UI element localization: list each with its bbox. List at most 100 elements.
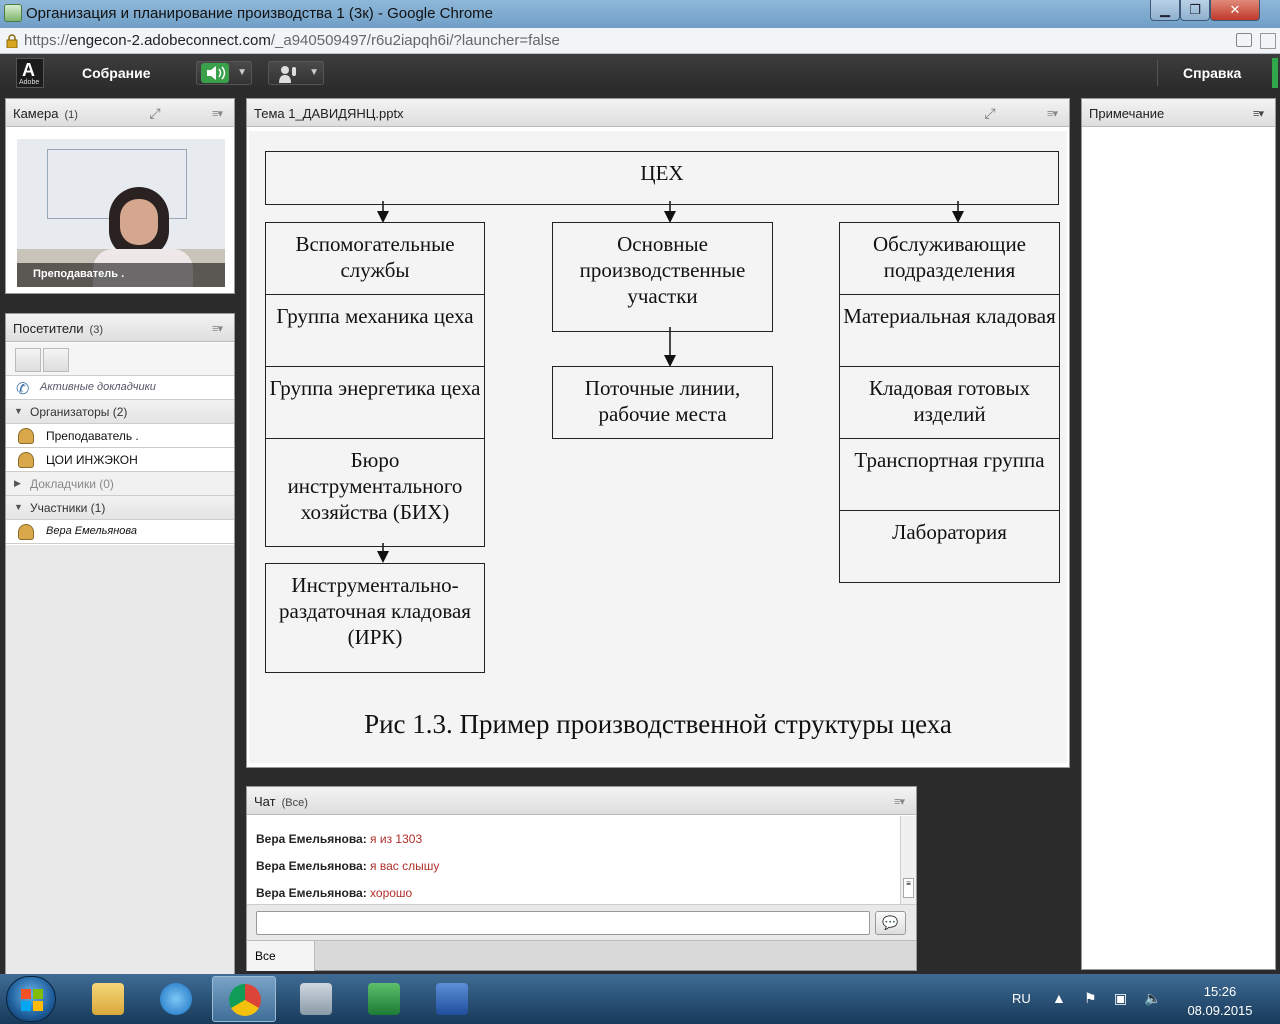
org-box: Материальная кладовая [839,294,1060,367]
host-user-icon [18,428,34,444]
attendee-view-toolbar [6,343,234,376]
chat-compose-row: 💬 [247,904,916,940]
hosts-section[interactable]: ▼ Организаторы (2) [6,400,234,424]
action-center-flag-icon[interactable]: ⚑ [1084,990,1097,1007]
word-icon [436,983,468,1015]
windows-logo-icon [21,989,43,1011]
share-pod-header: Тема 1_ДАВИДЯНЦ.pptx ⤢ ≡▾ [247,99,1069,127]
url-text[interactable]: https://engecon-2.adobeconnect.com/_a940… [24,32,560,49]
notes-pod-header: Примечание ≡▾ [1082,99,1275,127]
presenters-section[interactable]: ▶ Докладчики (0) [6,472,234,496]
adobe-logo: A Adobe [16,58,44,88]
chrome-icon [229,984,261,1016]
windows-taskbar: RU ▲ ⚑ ▣ 🔈 15:26 08.09.2015 [0,974,1280,1024]
participant-user-icon [18,524,34,540]
presentation-slide: ЦЕХ Вспомогательные службы Группа механи… [249,131,1067,763]
org-box: Инструментально-раздаточная кладовая (ИР… [265,563,485,673]
chat-message: Вера Емельянова: я из 1303 [256,832,423,846]
chat-input[interactable] [256,911,870,935]
participants-section[interactable]: ▼ Участники (1) [6,496,234,520]
presenter-face [120,199,158,245]
tab-everyone[interactable]: Все [247,941,315,971]
chrome-menu-icon[interactable] [1260,33,1276,49]
folder-icon [92,983,124,1015]
chevron-down-icon[interactable]: ▼ [309,67,319,78]
expand-triangle-icon[interactable]: ▶ [14,478,21,489]
address-bar[interactable]: https://engecon-2.adobeconnect.com/_a940… [0,28,1280,54]
org-box-workshop: ЦЕХ [265,151,1059,205]
minimize-button[interactable]: ▁ [1150,0,1180,21]
taskbar-keyboard[interactable] [284,976,348,1022]
org-box: Вспомогательные службы [265,222,485,295]
status-control[interactable]: ▼ [268,61,324,85]
pod-menu-icon[interactable]: ≡▾ [1047,107,1058,120]
collapse-triangle-icon[interactable]: ▼ [14,406,23,416]
show-hidden-icons-icon[interactable]: ▲ [1052,990,1066,1006]
network-icon[interactable]: ▣ [1114,990,1127,1007]
scrollbar-thumb[interactable]: ≡ [903,878,914,898]
collapse-triangle-icon[interactable]: ▼ [14,502,23,512]
language-indicator[interactable]: RU [1012,991,1031,1006]
camera-pod-title: Камера (1) [13,106,78,121]
send-message-button[interactable]: 💬 [875,911,906,935]
notes-pod: Примечание ≡▾ [1081,98,1276,970]
speaker-control[interactable]: ▼ [196,61,252,85]
pod-menu-icon[interactable]: ≡▾ [1253,107,1264,120]
chat-message: Вера Емельянова: я вас слышу [256,859,440,873]
keyboard-icon [300,983,332,1015]
close-button[interactable]: ✕ [1210,0,1260,21]
notes-pod-title: Примечание [1089,106,1165,121]
active-speakers-row: ✆ Активные докладчики [6,376,234,400]
window-title: Организация и планирование производства … [26,5,493,22]
list-view-button[interactable] [15,348,41,372]
phone-icon: ✆ [16,381,30,398]
meeting-menu[interactable]: Собрание [82,65,151,81]
list-item[interactable]: Вера Емельянова [6,520,234,544]
fullscreen-icon[interactable]: ⤢ [146,105,164,121]
chat-pod-title: Чат (Все) [254,794,308,809]
fullscreen-icon[interactable]: ⤢ [981,105,999,121]
chat-tab-bar: Все [247,940,916,971]
connect-menu-bar: A Adobe Собрание ▼ ▼ Справка [0,54,1280,92]
speech-bubble-icon: 💬 [882,915,899,930]
page-action-icon[interactable] [1236,33,1252,47]
taskbar-chrome[interactable] [212,976,276,1022]
org-box: Бюро инструментального хозяйства (БИХ) [265,438,485,547]
start-button[interactable] [6,976,56,1022]
meeting-room: Камера (1) ⤢ ≡▾ Преподаватель . Посетител… [0,92,1280,1024]
attendees-pod-header: Посетители (3) ≡▾ [6,314,234,342]
share-pod-title: Тема 1_ДАВИДЯНЦ.pptx [254,106,404,121]
volume-icon[interactable]: 🔈 [1144,990,1161,1007]
taskbar-excel[interactable] [352,976,416,1022]
attendees-pod: Посетители (3) ≡▾ ✆ Активные докладчики ▼… [5,313,235,1024]
org-box: Группа энергетика цеха [265,366,485,439]
chat-scrollbar[interactable]: ≡ [900,816,916,904]
connection-status-indicator [1272,58,1278,88]
chat-pod-header: Чат (Все) ≡▾ [247,787,916,815]
internet-explorer-icon [160,983,192,1015]
taskbar-internet-explorer[interactable] [144,976,208,1022]
share-pod: Тема 1_ДАВИДЯНЦ.pptx ⤢ ≡▾ ЦЕХ Вспомогате… [246,98,1070,768]
taskbar-word[interactable] [420,976,484,1022]
slide-caption: Рис 1.3. Пример производственной структу… [364,709,952,739]
pod-menu-icon[interactable]: ≡▾ [212,107,223,120]
list-item[interactable]: Преподаватель . [6,424,234,448]
breakout-view-button[interactable] [43,348,69,372]
system-clock[interactable]: 15:26 08.09.2015 [1180,982,1260,1020]
pod-menu-icon[interactable]: ≡▾ [894,795,905,808]
org-box: Лаборатория [839,510,1060,583]
chevron-down-icon[interactable]: ▼ [237,67,247,78]
pod-menu-icon[interactable]: ≡▾ [212,322,223,335]
lock-icon [6,34,18,48]
help-menu[interactable]: Справка [1183,65,1241,81]
org-box: Группа механика цеха [265,294,485,367]
taskbar-explorer[interactable] [76,976,140,1022]
attendees-empty-area [6,545,234,1024]
host-user-icon [18,452,34,468]
org-box: Поточные линии, рабочие места [552,366,773,439]
list-item[interactable]: ЦОИ ИНЖЭКОН [6,448,234,472]
chat-messages: Вера Емельянова: я из 1303 Вера Емельяно… [247,816,900,904]
adobe-connect-app-icon [4,4,22,22]
maximize-button[interactable]: ❐ [1180,0,1210,21]
raise-hand-icon [279,66,296,83]
